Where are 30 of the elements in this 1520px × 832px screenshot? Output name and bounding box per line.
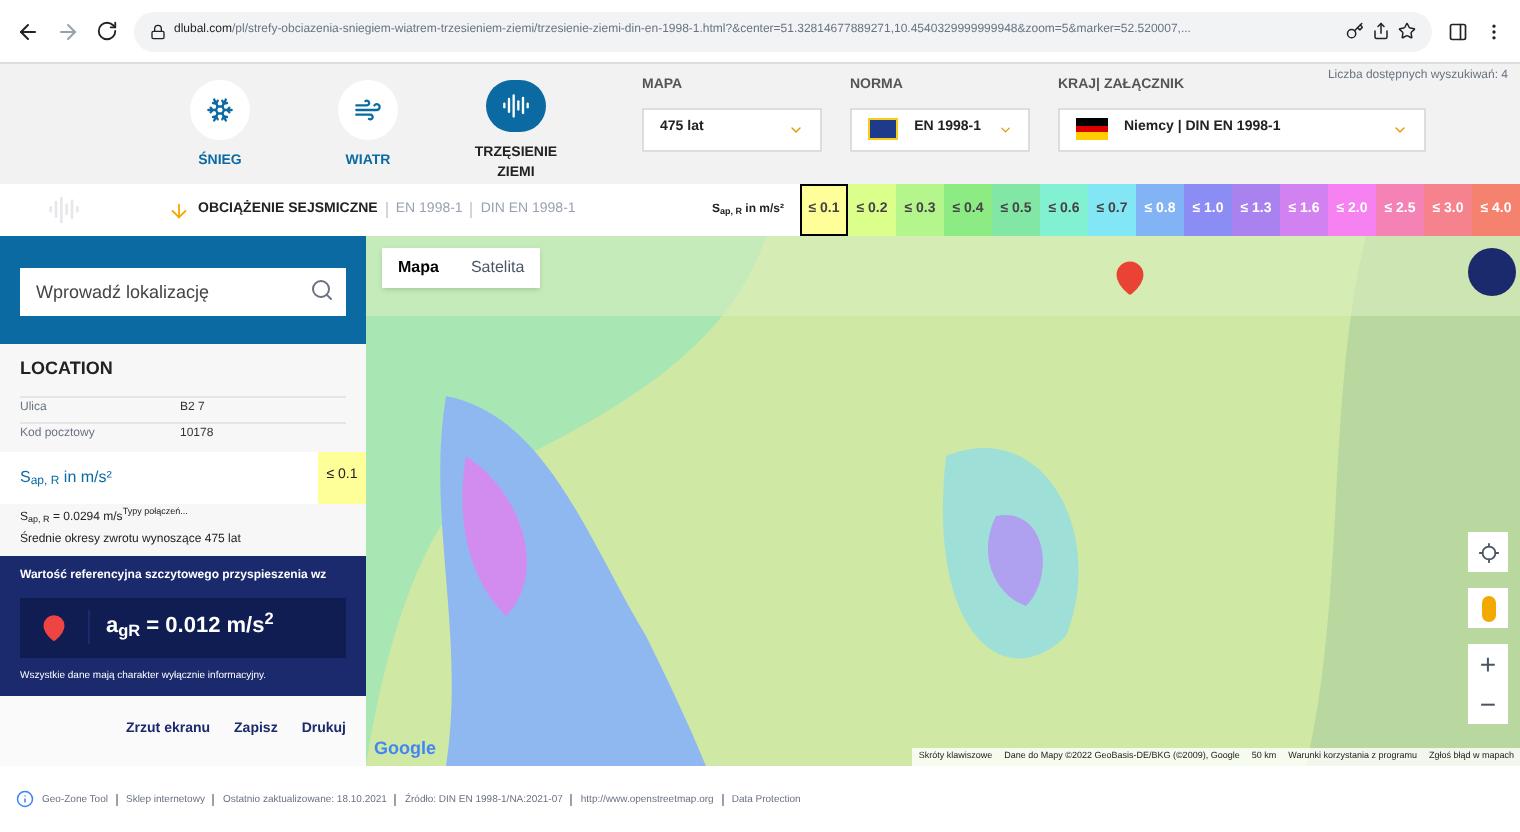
result-label: S$_{ap, R}$ in m/s² (18, 465, 114, 489)
waveform-icon (48, 194, 80, 226)
german-flag-icon (1076, 118, 1108, 140)
zoom-out-button[interactable]: − (1468, 684, 1508, 724)
side-panel-icon[interactable] (1448, 21, 1468, 41)
forward-icon[interactable] (56, 19, 80, 43)
share-icon[interactable] (1372, 22, 1390, 40)
caret-icon (997, 121, 1012, 137)
arrow-down-icon (168, 199, 190, 221)
key-icon[interactable] (1346, 22, 1364, 40)
map-type-tab[interactable]: Satelita (454, 248, 541, 288)
lock-icon (150, 23, 166, 39)
location-marker-icon (1112, 260, 1148, 296)
map-type-tab[interactable]: Mapa (382, 248, 455, 288)
search-icon[interactable] (310, 277, 334, 301)
info-icon (16, 790, 34, 808)
location-search-field[interactable]: Wprowadź lokalizację (20, 267, 346, 315)
reload-icon[interactable] (96, 20, 118, 42)
locate-icon[interactable] (1477, 541, 1499, 563)
waveform-icon (502, 92, 530, 120)
location-title: LOCATION (20, 356, 115, 382)
snowflake-icon (206, 96, 234, 124)
star-icon[interactable] (1398, 22, 1416, 40)
eu-flag-icon (868, 118, 899, 140)
map-pin-icon (40, 613, 68, 641)
agr-value: a$_{gR}$ = 0.012 m/s$^{2}$ (88, 610, 274, 644)
zoom-in-button[interactable]: + (1468, 644, 1508, 684)
google-logo: Google (374, 735, 436, 762)
back-icon[interactable] (16, 19, 40, 43)
wind-icon (354, 96, 382, 124)
